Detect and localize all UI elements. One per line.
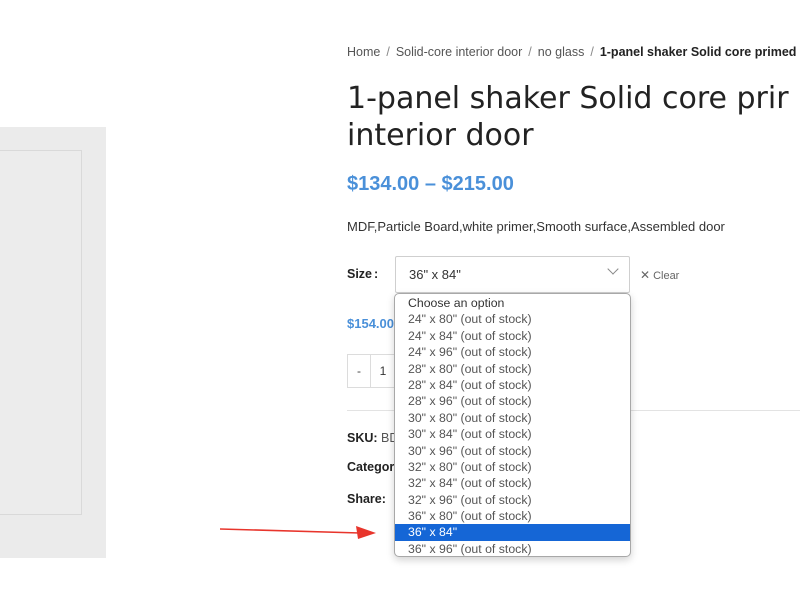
product-title-line1: 1-panel shaker Solid core prir xyxy=(347,81,789,116)
size-option[interactable]: 28" x 96" (out of stock) xyxy=(395,393,630,409)
size-option[interactable]: 24" x 80" (out of stock) xyxy=(395,311,630,327)
size-option[interactable]: 30" x 96" (out of stock) xyxy=(395,443,630,459)
product-title-line2: interior door xyxy=(347,118,534,153)
sku-label: SKU: xyxy=(347,431,378,445)
size-option-placeholder[interactable]: Choose an option xyxy=(395,295,630,311)
breadcrumb: Home / Solid-core interior door / no glass / 1… xyxy=(347,45,800,59)
size-label-text: Size xyxy=(347,267,373,281)
size-option-selected[interactable]: 36" x 84" xyxy=(395,524,630,541)
quantity-decrease-button[interactable]: - xyxy=(348,355,371,387)
chevron-down-icon xyxy=(607,263,619,275)
size-option[interactable]: 24" x 84" (out of stock) xyxy=(395,328,630,344)
size-option[interactable]: 28" x 80" (out of stock) xyxy=(395,361,630,377)
breadcrumb-separator: / xyxy=(386,45,390,59)
breadcrumb-link-subcategory[interactable]: no glass xyxy=(538,45,585,59)
size-option[interactable]: 32" x 84" (out of stock) xyxy=(395,475,630,491)
breadcrumb-link-category[interactable]: Solid-core interior door xyxy=(396,45,522,59)
size-option[interactable]: 28" x 84" (out of stock) xyxy=(395,377,630,393)
size-select[interactable]: 36" x 84" xyxy=(395,256,630,293)
clear-label: Clear xyxy=(653,270,680,282)
close-icon: ✕ xyxy=(640,268,651,282)
breadcrumb-separator: / xyxy=(590,45,594,59)
quantity-input[interactable]: 1 xyxy=(370,355,396,387)
clear-variation-button[interactable]: ✕ Clear xyxy=(640,268,679,282)
size-option[interactable]: 24" x 96" (out of stock) xyxy=(395,344,630,360)
breadcrumb-link-home[interactable]: Home xyxy=(347,45,380,59)
size-label-colon: : xyxy=(374,267,379,281)
breadcrumb-current: 1-panel shaker Solid core primed inter xyxy=(599,45,800,59)
size-option[interactable]: 36" x 96" (out of stock) xyxy=(395,541,630,557)
size-label: Size: xyxy=(347,267,378,281)
categories-label: Categori xyxy=(347,460,398,474)
size-select-value: 36" x 84" xyxy=(409,267,461,282)
size-option[interactable]: 36" x 80" (out of stock) xyxy=(395,508,630,524)
categories-row: Categori xyxy=(347,460,398,474)
size-option[interactable]: 30" x 84" (out of stock) xyxy=(395,426,630,442)
quantity-stepper: - 1 xyxy=(347,354,397,388)
product-description: MDF,Particle Board,white primer,Smooth s… xyxy=(347,219,725,234)
share-row: Share: xyxy=(347,492,386,506)
share-label: Share: xyxy=(347,492,386,506)
sku-row: SKU: BD xyxy=(347,431,398,445)
annotation-arrow-icon xyxy=(220,526,376,539)
breadcrumb-separator: / xyxy=(528,45,532,59)
product-title: 1-panel shaker Solid core prir interior … xyxy=(347,80,800,154)
size-option[interactable]: 32" x 96" (out of stock) xyxy=(395,492,630,508)
price-range: $134.00 – $215.00 xyxy=(347,173,514,195)
door-panel-graphic xyxy=(0,150,82,515)
size-option[interactable]: 32" x 80" (out of stock) xyxy=(395,459,630,475)
size-options-list[interactable]: Choose an option 24" x 80" (out of stock… xyxy=(394,293,631,557)
size-option[interactable]: 30" x 80" (out of stock) xyxy=(395,410,630,426)
variant-price: $154.00 xyxy=(347,316,394,331)
